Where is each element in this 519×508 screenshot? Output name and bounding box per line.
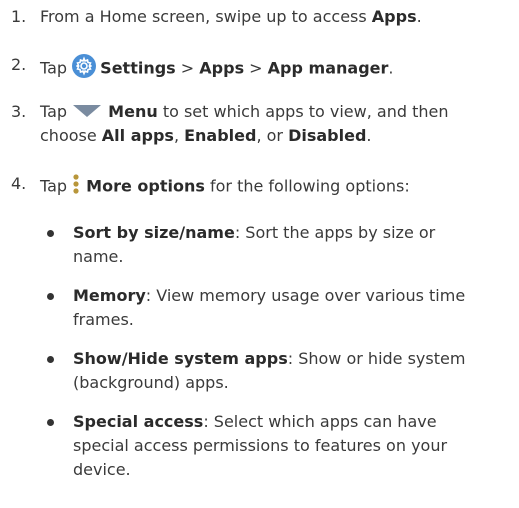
menu-triangle-icon (72, 102, 102, 124)
step-4-number: 4. (11, 174, 27, 193)
bullet-icon (47, 230, 54, 237)
option-special-title: Special access (73, 412, 204, 431)
settings-gear-icon (72, 54, 97, 84)
step-1-apps: Apps (371, 7, 417, 26)
step-2-settings: Settings (100, 58, 176, 78)
option-system-desc: : Show or hide system (287, 349, 466, 368)
more-options-icon (72, 173, 80, 201)
step-2-number: 2. (11, 55, 27, 74)
option-system-line-1: Show/Hide system apps: Show or hide syst… (73, 348, 465, 370)
step-1-number: 1. (11, 7, 27, 26)
step-3-disabled: Disabled (288, 126, 367, 145)
step-3-enabled: Enabled (184, 126, 257, 145)
step-3-choose: choose (40, 126, 102, 145)
step-1-post: . (416, 7, 422, 26)
option-special-line-3: device. (73, 460, 131, 479)
option-sort-line-1: Sort by size/name: Sort the apps by size… (73, 222, 435, 244)
step-3-line-2: choose All apps, Enabled, or Disabled. (40, 125, 372, 147)
step-2-app-manager: App manager (267, 58, 389, 78)
option-sort-line-2: name. (73, 247, 124, 266)
option-memory-title: Memory (73, 286, 146, 305)
step-3-comma: , (173, 126, 185, 145)
step-4-more-options: More options (86, 176, 205, 196)
step-1-pre: From a Home screen, swipe up to access (40, 7, 372, 26)
bullet-icon (47, 293, 54, 300)
step-2-text: Tap Settings > Apps > App manager. (40, 54, 393, 84)
option-special-desc: : Select which apps can have (203, 412, 437, 431)
step-4-post: for the following options: (204, 176, 410, 196)
option-special-line-1: Special access: Select which apps can ha… (73, 411, 437, 433)
option-memory-line-2: frames. (73, 310, 134, 329)
option-special-line-2: special access permissions to features o… (73, 436, 448, 455)
step-4-pre: Tap (40, 176, 73, 196)
bullet-icon (47, 356, 54, 363)
step-1-text: From a Home screen, swipe up to access A… (40, 6, 422, 28)
option-sort-desc: : Sort the apps by size or (234, 223, 436, 242)
option-sort-title: Sort by size/name (73, 223, 235, 242)
option-system-title: Show/Hide system apps (73, 349, 288, 368)
step-3-menu: Menu (108, 102, 158, 121)
step-2-sep-2: > (244, 58, 268, 78)
option-memory-desc: : View memory usage over various time (145, 286, 466, 305)
step-3-post: . (366, 126, 372, 145)
step-2-apps: Apps (199, 58, 245, 78)
step-2-post: . (388, 58, 394, 78)
step-3-number: 3. (11, 102, 27, 121)
bullet-icon (47, 419, 54, 426)
option-system-line-2: (background) apps. (73, 373, 229, 392)
step-2-pre: Tap (40, 58, 73, 78)
step-3-line-1-post: to set which apps to view, and then (157, 102, 449, 121)
step-3-line-1: Tap Menu to set which apps to view, and … (40, 101, 449, 124)
step-3-all-apps: All apps (101, 126, 174, 145)
step-3-or: , or (256, 126, 289, 145)
step-2-sep-1: > (175, 58, 200, 78)
step-4-text: Tap More options for the following optio… (40, 173, 410, 201)
option-memory-line-1: Memory: View memory usage over various t… (73, 285, 465, 307)
step-3-pre: Tap (40, 102, 73, 121)
